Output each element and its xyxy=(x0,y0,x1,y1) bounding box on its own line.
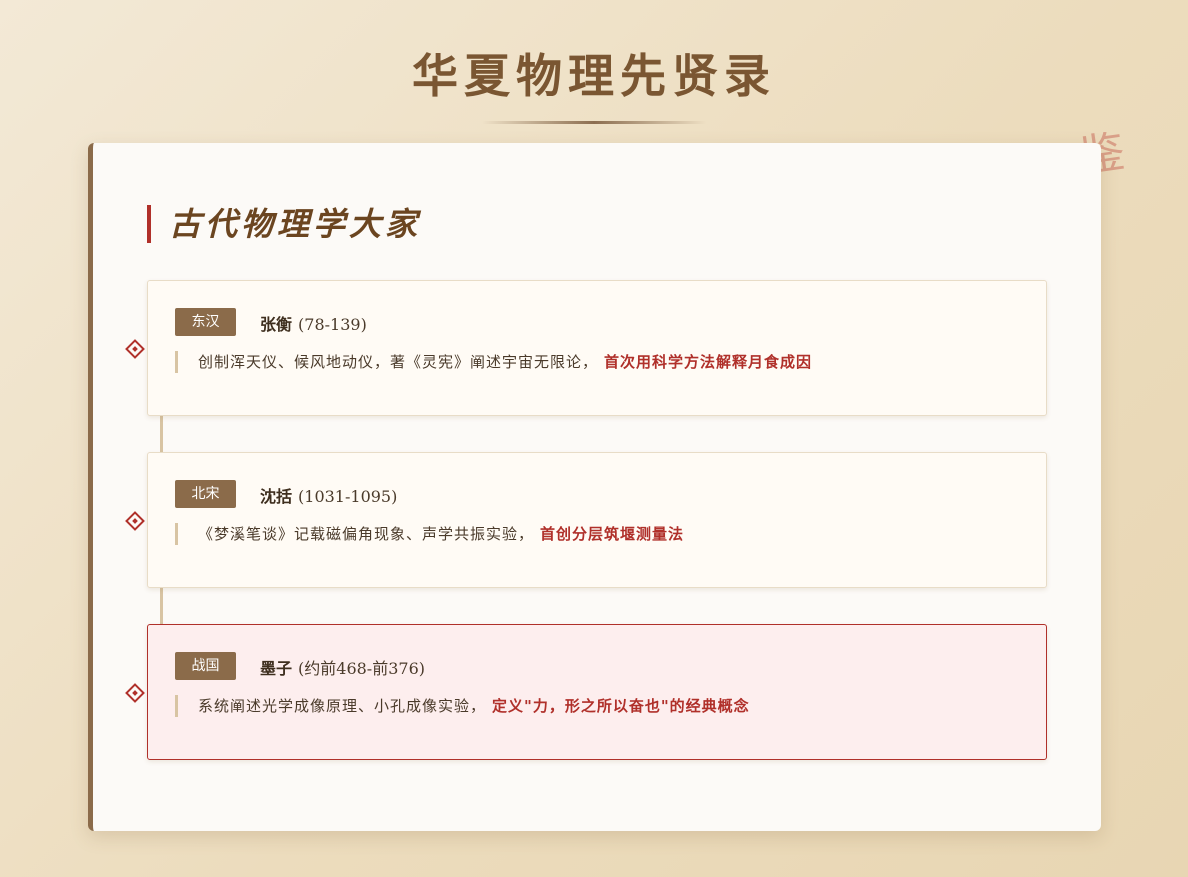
section-title: 古代物理学大家 xyxy=(147,205,421,243)
page-title: 华夏物理先贤录 xyxy=(412,49,776,103)
entry-description: 系统阐述光学成像原理、小孔成像实验， 定义"力，形之所以奋也"的经典概念 xyxy=(175,695,750,717)
title-divider xyxy=(482,121,706,124)
description-text: 创制浑天仪、候风地动仪，著《灵宪》阐述宇宙无限论， xyxy=(198,353,599,371)
description-highlight: 定义"力，形之所以奋也"的经典概念 xyxy=(492,697,750,715)
person-years: (78-139) xyxy=(298,315,367,334)
timeline-marker-icon xyxy=(125,683,145,703)
entry-description: 《梦溪笔谈》记载磁偏角现象、声学共振实验， 首创分层筑堰测量法 xyxy=(175,523,684,545)
timeline-entry-shenkuo[interactable]: 北宋 沈括 (1031-1095) 《梦溪笔谈》记载磁偏角现象、声学共振实验， 首创… xyxy=(147,452,1047,588)
person-heading: 墨子 (约前468-前376) xyxy=(260,655,425,679)
person-heading: 张衡 (78-139) xyxy=(260,311,367,335)
person-heading: 沈括 (1031-1095) xyxy=(260,483,397,507)
description-highlight: 首次用科学方法解释月食成因 xyxy=(604,353,813,371)
timeline-entry-mozi[interactable]: 战国 墨子 (约前468-前376) 系统阐述光学成像原理、小孔成像实验， 定义"力… xyxy=(147,624,1047,760)
description-text: 系统阐述光学成像原理、小孔成像实验， xyxy=(198,697,487,715)
person-name: 张衡 xyxy=(260,315,293,334)
description-highlight: 首创分层筑堰测量法 xyxy=(540,525,685,543)
entry-description: 创制浑天仪、候风地动仪，著《灵宪》阐述宇宙无限论， 首次用科学方法解释月食成因 xyxy=(175,351,812,373)
era-badge: 战国 xyxy=(175,652,236,680)
content-card: 古代物理学大家 东汉 张衡 (78-139) 创制浑天仪、候风地动仪，著《灵宪》阐… xyxy=(88,143,1101,831)
person-name: 墨子 xyxy=(260,659,293,678)
person-years: (1031-1095) xyxy=(298,487,398,506)
era-badge: 东汉 xyxy=(175,308,236,336)
description-text: 《梦溪笔谈》记载磁偏角现象、声学共振实验， xyxy=(198,525,535,543)
person-name: 沈括 xyxy=(260,487,293,506)
era-badge: 北宋 xyxy=(175,480,236,508)
person-years: (约前468-前376) xyxy=(298,659,425,678)
timeline-marker-icon xyxy=(125,339,145,359)
timeline-entry-zhangheng[interactable]: 东汉 张衡 (78-139) 创制浑天仪、候风地动仪，著《灵宪》阐述宇宙无限论， 首… xyxy=(147,280,1047,416)
timeline-marker-icon xyxy=(125,511,145,531)
